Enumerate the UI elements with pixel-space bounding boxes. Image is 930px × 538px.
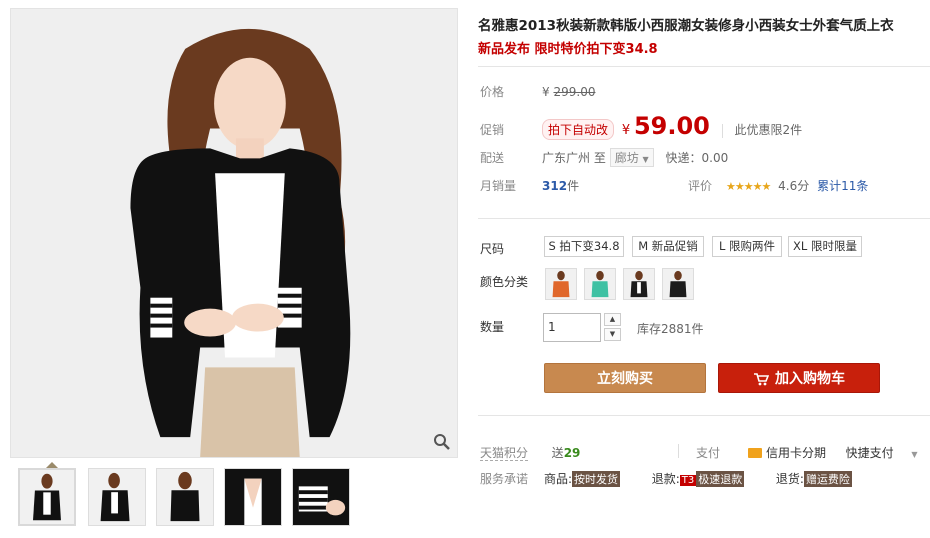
payment-row: 支付 信用卡分期 快捷支付 ▼ bbox=[696, 444, 918, 461]
thumb-photo bbox=[293, 469, 349, 525]
promo-tag: 拍下自动改 bbox=[542, 119, 615, 140]
size-option-m[interactable]: M 新品促销 bbox=[632, 236, 704, 257]
quantity-up-icon[interactable]: ▲ bbox=[604, 313, 621, 326]
refund-label: 退款: bbox=[651, 472, 680, 486]
quantity-down-icon[interactable]: ▼ bbox=[604, 328, 621, 341]
credit-card-icon bbox=[748, 447, 762, 458]
promo-price: 59.00 bbox=[633, 112, 710, 140]
quick-pay[interactable]: 快捷支付 bbox=[846, 446, 894, 460]
service-row: 服务承诺 商品: 按时发货 退款: T3 极速退款 退货: 赠运费险 bbox=[480, 470, 852, 487]
price-label: 价格 bbox=[480, 85, 505, 99]
divider bbox=[478, 218, 930, 219]
thumbnail-2[interactable] bbox=[88, 468, 146, 526]
thumbnail-3[interactable] bbox=[156, 468, 214, 526]
add-to-cart-label: 加入购物车 bbox=[775, 371, 845, 387]
thumbnail-1[interactable] bbox=[18, 468, 76, 526]
thumbnail-5[interactable] bbox=[292, 468, 350, 526]
rating-row: 评价 ★★★★★ 4.6分 累计11条 bbox=[688, 177, 868, 194]
swatch-photo bbox=[624, 269, 654, 299]
promo-currency: ¥ bbox=[621, 123, 631, 138]
color-swatch-orange[interactable] bbox=[545, 268, 577, 300]
thumb-photo bbox=[89, 469, 145, 525]
product-title: 名雅惠2013秋装新款韩版小西服潮女装修身小西装女士外套气质上衣 bbox=[478, 18, 894, 34]
review-count-link[interactable]: 累计11条 bbox=[817, 179, 868, 193]
promo-limit: 此优惠限2件 bbox=[734, 123, 803, 137]
color-swatch-mint[interactable] bbox=[584, 268, 616, 300]
shipping-label: 配送 bbox=[480, 151, 505, 165]
chevron-down-icon: ▼ bbox=[642, 155, 649, 164]
swatch-photo bbox=[585, 269, 615, 299]
color-swatch-black-1[interactable] bbox=[623, 268, 655, 300]
rating-stars-icon: ★★★★★ bbox=[726, 180, 771, 193]
sales-count: 312 bbox=[542, 179, 568, 193]
ship-from: 广东广州 bbox=[542, 151, 591, 165]
thumbnail-strip bbox=[10, 462, 458, 532]
main-product-image[interactable] bbox=[10, 8, 458, 458]
t3-badge: T3 bbox=[679, 475, 697, 486]
destination-value: 廊坊 bbox=[614, 151, 639, 165]
zoom-magnifier-icon[interactable] bbox=[433, 433, 451, 451]
goods-label: 商品: bbox=[544, 472, 573, 486]
size-option-xl[interactable]: XL 限时限量 bbox=[788, 236, 862, 257]
price-row: 价格 ¥ 299.00 bbox=[480, 83, 595, 100]
swatch-photo bbox=[663, 269, 693, 299]
size-label: 尺码 bbox=[480, 242, 505, 256]
stock-count: 库存2881件 bbox=[637, 322, 704, 336]
points-row: 天猫积分 送29 bbox=[480, 444, 580, 461]
rating-score: 4.6分 bbox=[778, 179, 810, 193]
points-send: 送 bbox=[551, 446, 564, 460]
thumb-photo bbox=[157, 469, 213, 525]
fast-refund-badge[interactable]: 极速退款 bbox=[696, 471, 745, 487]
swatch-photo bbox=[546, 269, 576, 299]
points-label[interactable]: 天猫积分 bbox=[480, 446, 529, 461]
sales-unit: 件 bbox=[567, 179, 580, 193]
quantity-label: 数量 bbox=[480, 320, 505, 334]
thumb-photo bbox=[225, 469, 281, 525]
credit-installment[interactable]: 信用卡分期 bbox=[766, 446, 826, 460]
sales-row: 月销量 312件 bbox=[480, 177, 579, 194]
cart-icon bbox=[754, 373, 769, 386]
shipping-row: 配送 广东广州 至 廊坊 ▼ 快递：0.00 bbox=[480, 148, 728, 167]
shipping-fee: 快递：0.00 bbox=[665, 151, 729, 165]
divider bbox=[478, 66, 930, 67]
shipping-insurance-badge[interactable]: 赠运费险 bbox=[803, 471, 852, 487]
add-to-cart-button[interactable]: 加入购物车 bbox=[718, 363, 880, 393]
product-info: 名雅惠2013秋装新款韩版小西服潮女装修身小西装女士外套气质上衣 新品发布 限时… bbox=[478, 14, 930, 64]
size-option-s[interactable]: S 拍下变34.8 bbox=[544, 236, 624, 257]
chevron-down-icon[interactable]: ▼ bbox=[911, 450, 917, 459]
thumbnail-4[interactable] bbox=[224, 468, 282, 526]
size-option-l[interactable]: L 限购两件 bbox=[712, 236, 782, 257]
ship-to-word: 至 bbox=[593, 151, 606, 165]
thumb-photo bbox=[20, 470, 74, 524]
service-label: 服务承诺 bbox=[480, 472, 529, 486]
color-label: 颜色分类 bbox=[480, 275, 529, 289]
product-photo bbox=[11, 9, 457, 457]
separator bbox=[721, 123, 723, 138]
sales-label: 月销量 bbox=[480, 179, 517, 193]
divider bbox=[478, 415, 930, 416]
buy-now-button[interactable]: 立刻购买 bbox=[544, 363, 706, 393]
points-value: 29 bbox=[563, 446, 581, 460]
promo-label: 促销 bbox=[480, 123, 505, 137]
pay-label: 支付 bbox=[696, 446, 721, 460]
quantity-input[interactable]: 1 bbox=[543, 313, 601, 342]
return-label: 退货: bbox=[775, 472, 804, 486]
color-swatch-black-2[interactable] bbox=[662, 268, 694, 300]
destination-select[interactable]: 廊坊 ▼ bbox=[609, 148, 654, 167]
currency-symbol: ¥ bbox=[542, 85, 550, 99]
rating-label: 评价 bbox=[688, 179, 713, 193]
separator bbox=[678, 444, 679, 458]
original-price: 299.00 bbox=[553, 85, 596, 99]
on-time-shipping-badge[interactable]: 按时发货 bbox=[572, 471, 621, 487]
product-subtitle: 新品发布 限时特价拍下变34.8 bbox=[478, 42, 658, 57]
promo-row: 促销 拍下自动改 ¥ 59.00 此优惠限2件 bbox=[480, 112, 802, 140]
